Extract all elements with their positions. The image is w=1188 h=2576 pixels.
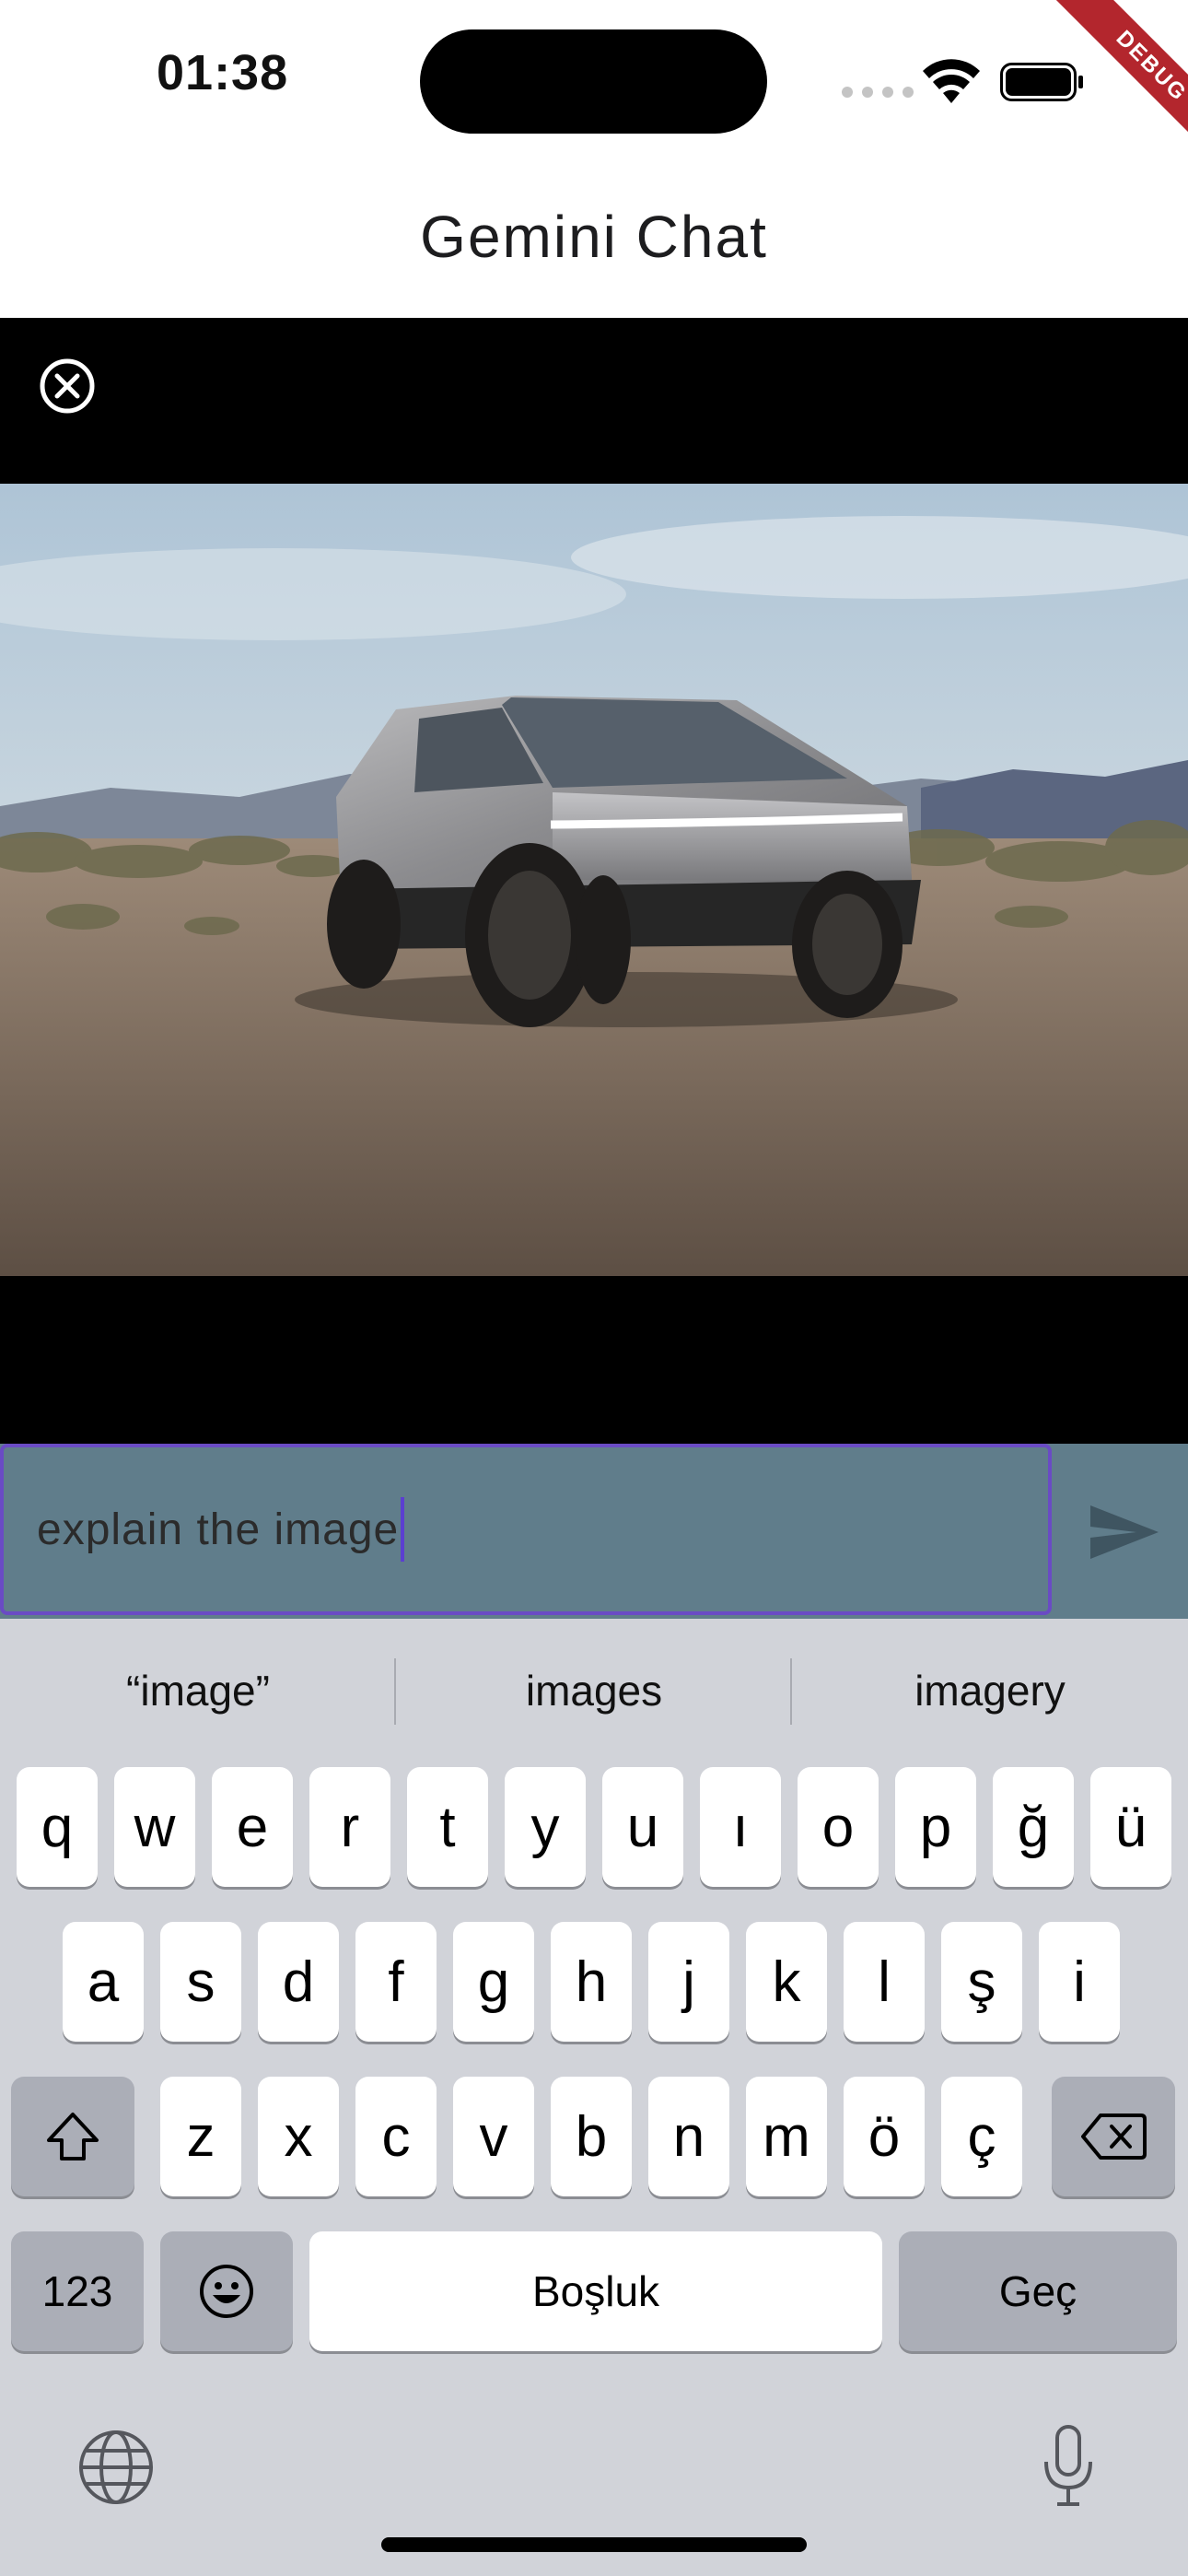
key-v[interactable]: v (453, 2077, 534, 2196)
key-g[interactable]: g (453, 1922, 534, 2042)
key-m[interactable]: m (746, 2077, 827, 2196)
key-s-cedilla[interactable]: ş (941, 1922, 1022, 2042)
key-dotless-i[interactable]: ı (700, 1767, 781, 1887)
suggestion-1[interactable]: “image” (0, 1631, 396, 1751)
key-r[interactable]: r (309, 1767, 390, 1887)
key-z[interactable]: z (160, 2077, 241, 2196)
suggestion-2[interactable]: images (396, 1631, 792, 1751)
microphone-icon[interactable] (1039, 2423, 1098, 2510)
selected-image (0, 484, 1188, 1276)
key-h[interactable]: h (551, 1922, 632, 2042)
space-key[interactable]: Boşluk (309, 2231, 882, 2351)
key-w[interactable]: w (114, 1767, 195, 1887)
key-c-cedilla[interactable]: ç (941, 2077, 1022, 2196)
key-u[interactable]: u (602, 1767, 683, 1887)
key-c[interactable]: c (355, 2077, 437, 2196)
page-title: Gemini Chat (420, 204, 768, 270)
key-a[interactable]: a (63, 1922, 144, 2042)
key-i[interactable]: i (1039, 1922, 1120, 2042)
key-p[interactable]: p (895, 1767, 976, 1887)
key-e[interactable]: e (212, 1767, 293, 1887)
key-t[interactable]: t (407, 1767, 488, 1887)
key-k[interactable]: k (746, 1922, 827, 2042)
key-s[interactable]: s (160, 1922, 241, 2042)
wifi-icon (923, 59, 980, 103)
text-caret (401, 1497, 405, 1562)
globe-icon[interactable] (77, 2429, 155, 2506)
key-b[interactable]: b (551, 2077, 632, 2196)
send-icon[interactable] (1085, 1500, 1162, 1564)
message-input-text: explain the image (37, 1505, 400, 1554)
backspace-icon (1081, 2113, 1147, 2160)
key-y[interactable]: y (505, 1767, 586, 1887)
debug-label: DEBUG (1052, 0, 1188, 147)
key-l[interactable]: l (844, 1922, 925, 2042)
cellular-signal-icon (842, 87, 914, 98)
key-f[interactable]: f (355, 1922, 437, 2042)
home-indicator (381, 2537, 807, 2552)
shift-icon (47, 2113, 99, 2160)
key-j[interactable]: j (648, 1922, 729, 2042)
suggestion-3[interactable]: imagery (792, 1631, 1188, 1751)
key-g-breve[interactable]: ğ (993, 1767, 1074, 1887)
key-x[interactable]: x (258, 2077, 339, 2196)
status-time: 01:38 (157, 45, 289, 100)
key-o[interactable]: o (798, 1767, 879, 1887)
backspace-key[interactable] (1052, 2077, 1175, 2196)
numbers-key[interactable]: 123 (11, 2231, 144, 2351)
debug-banner: DEBUG (1041, 0, 1188, 147)
emoji-key[interactable] (160, 2231, 293, 2351)
key-n[interactable]: n (648, 2077, 729, 2196)
key-d[interactable]: d (258, 1922, 339, 2042)
emoji-icon (200, 2265, 253, 2318)
close-icon[interactable] (35, 354, 99, 418)
key-o-umlaut[interactable]: ö (844, 2077, 925, 2196)
message-input[interactable]: explain the image (0, 1444, 1052, 1615)
key-q[interactable]: q (17, 1767, 98, 1887)
key-u-umlaut[interactable]: ü (1090, 1767, 1171, 1887)
shift-key[interactable] (11, 2077, 134, 2196)
dynamic-island (420, 29, 767, 134)
return-key[interactable]: Geç (899, 2231, 1177, 2351)
